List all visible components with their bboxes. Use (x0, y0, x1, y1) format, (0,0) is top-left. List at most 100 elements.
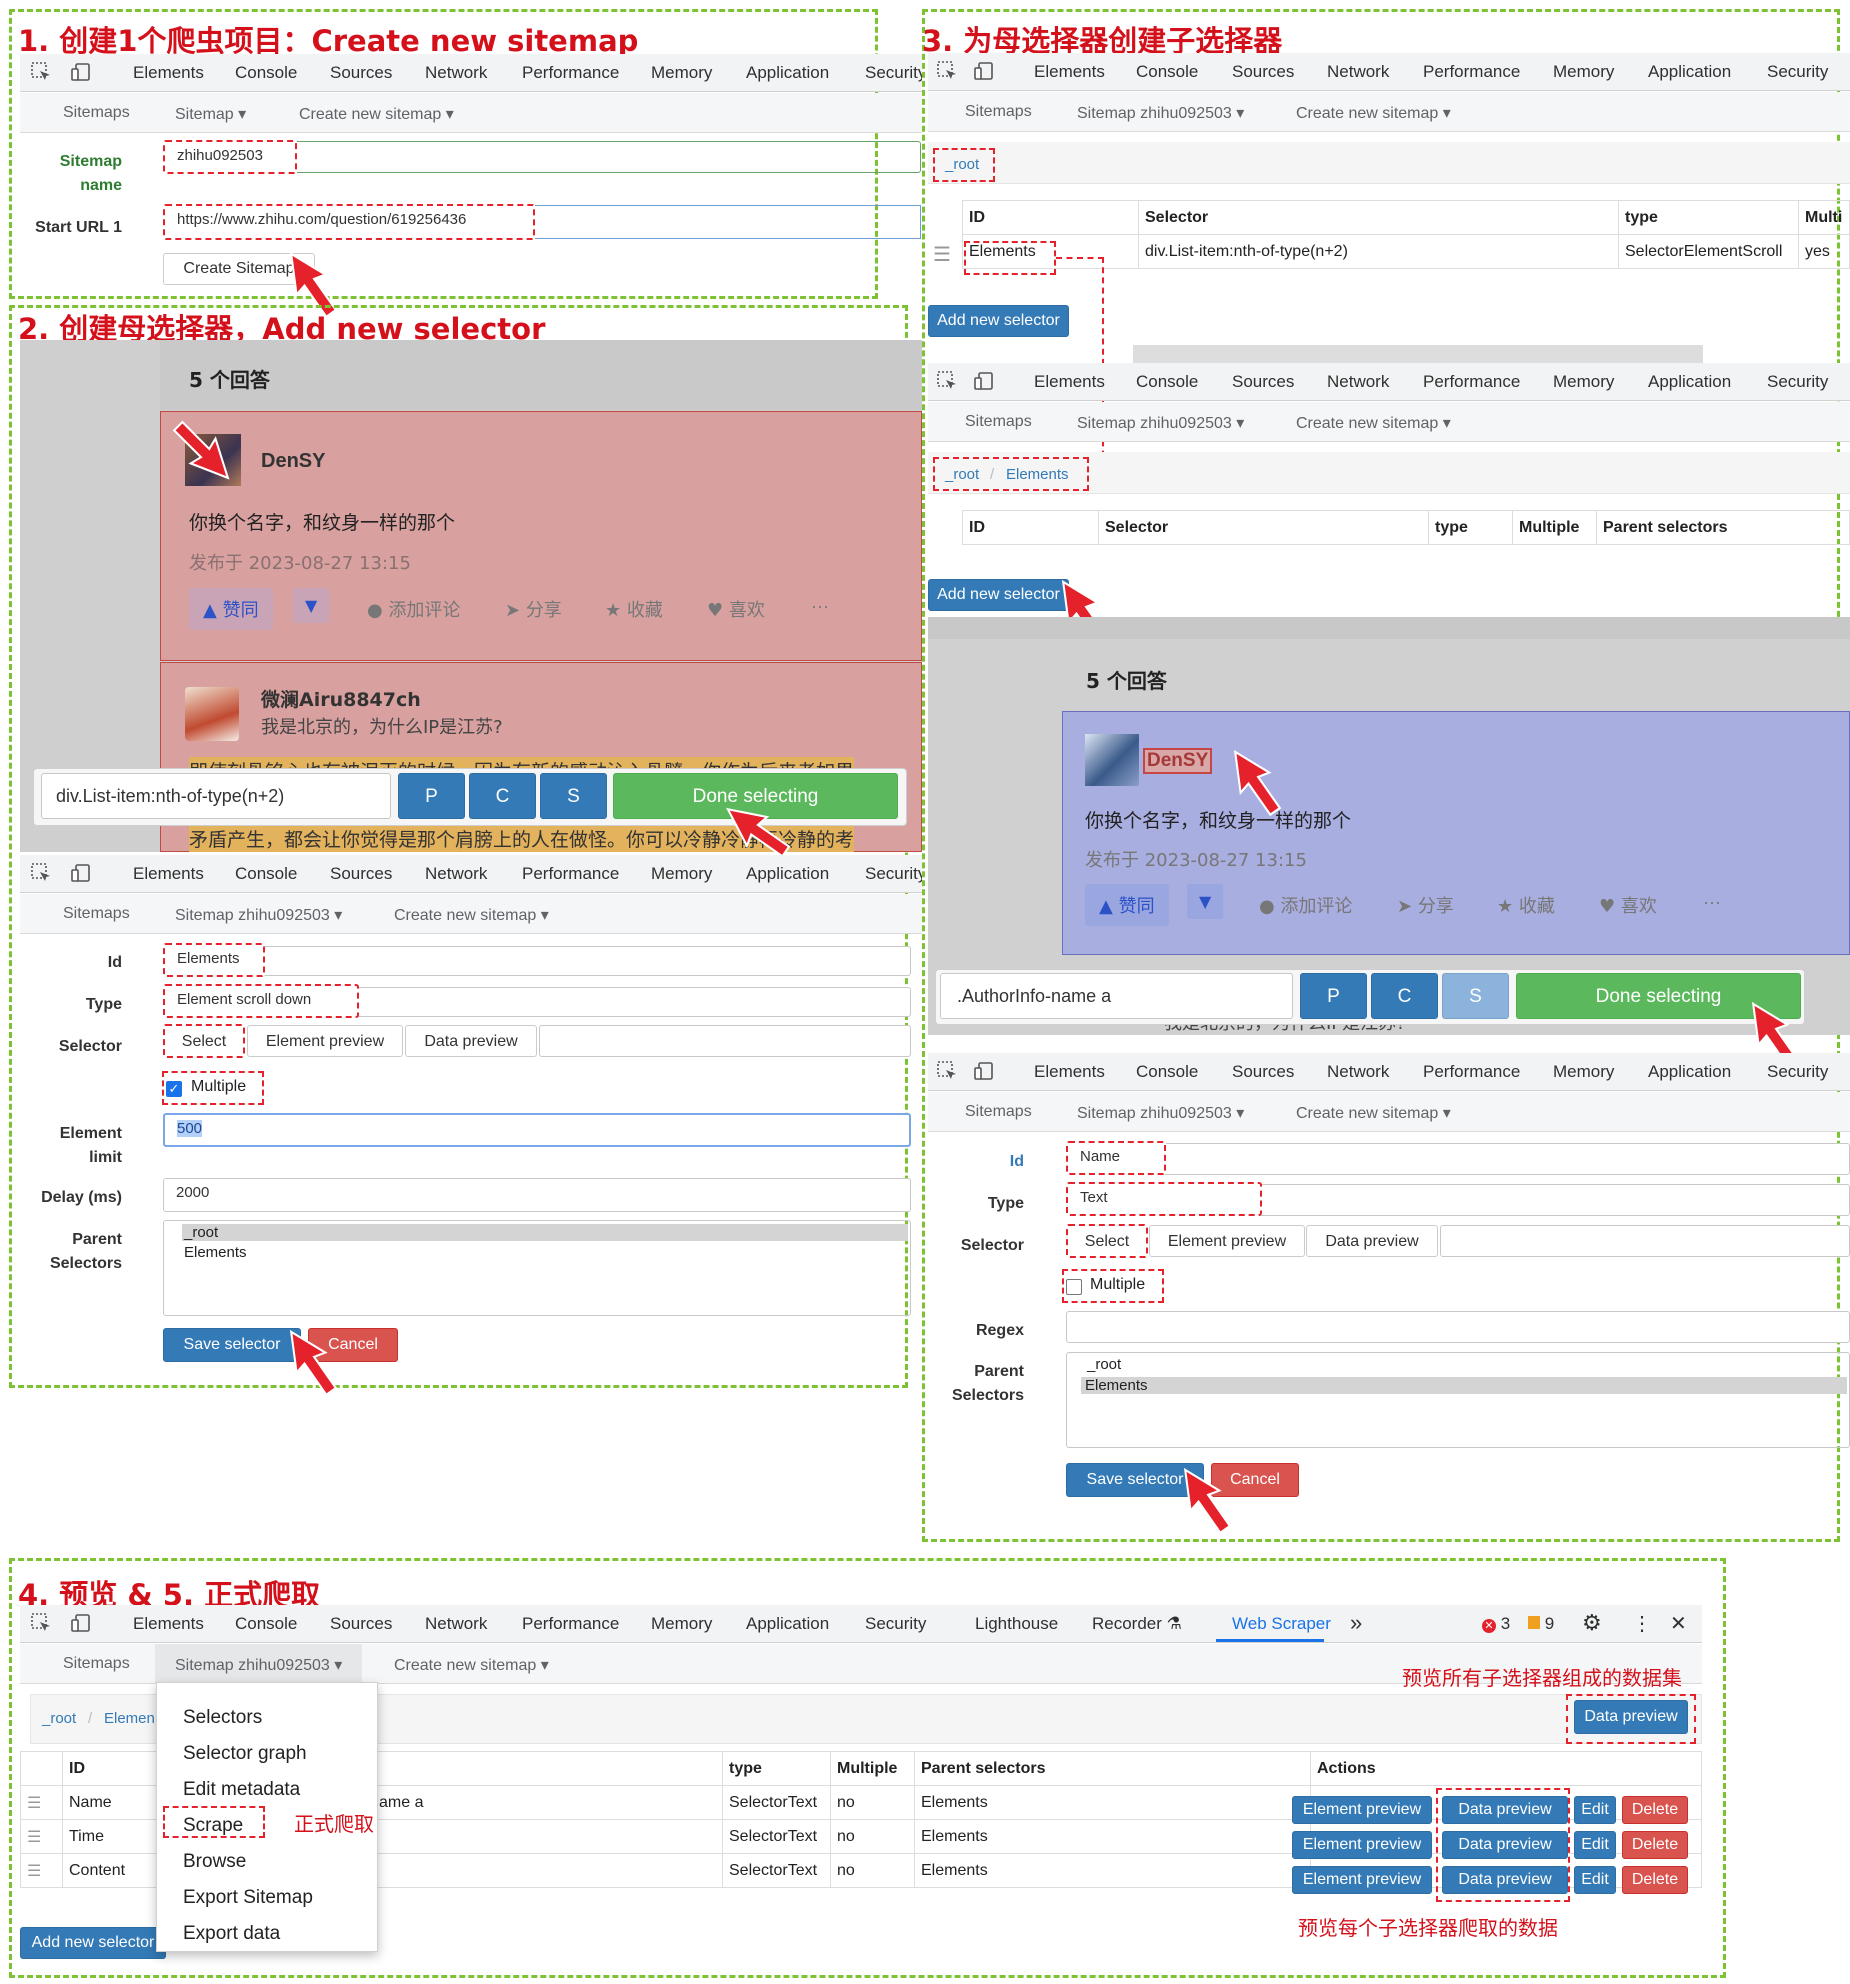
tab-memory[interactable]: Memory (651, 1614, 712, 1634)
element-preview-button[interactable]: Element preview (1292, 1796, 1432, 1824)
delay-input[interactable]: 2000 (163, 1178, 911, 1212)
parent-selectors-list[interactable]: _root Elements (163, 1220, 911, 1316)
start-url-input[interactable]: https://www.zhihu.com/question/619256436 (163, 204, 535, 240)
tab-elements[interactable]: Elements (133, 1614, 204, 1634)
tab-application[interactable]: Application (1648, 372, 1731, 392)
menu-selector-graph[interactable]: Selector graph (183, 1743, 307, 1765)
id-input[interactable]: Elements (163, 943, 265, 977)
more-action[interactable]: ··· (1703, 892, 1721, 913)
add-new-selector-button[interactable]: Add new selector (20, 1927, 166, 1959)
data-preview-button[interactable]: Data preview (405, 1025, 537, 1057)
tab-network[interactable]: Network (1327, 1062, 1389, 1082)
menu-selectors[interactable]: Selectors (183, 1707, 262, 1729)
device-toolbar-icon[interactable] (973, 370, 995, 392)
element-preview-button[interactable]: Element preview (247, 1025, 403, 1057)
inspect-icon[interactable] (936, 370, 958, 392)
upvote-button[interactable]: ▲ 赞同 (189, 588, 273, 630)
data-preview-button[interactable]: Data preview (1306, 1225, 1438, 1257)
author-name[interactable]: 微澜Airu8847ch (261, 685, 421, 712)
tab-application[interactable]: Application (1648, 62, 1731, 82)
device-toolbar-icon[interactable] (973, 60, 995, 82)
tab-security[interactable]: Security (1767, 1062, 1828, 1082)
inspect-icon[interactable] (936, 1060, 958, 1082)
author-name[interactable]: DenSY (261, 450, 325, 473)
tab-performance[interactable]: Performance (522, 864, 619, 884)
breadcrumb-elements[interactable]: Elemen (104, 1710, 155, 1727)
kebab-menu-icon[interactable]: ⋮ (1632, 1611, 1652, 1636)
regex-input[interactable] (1066, 1311, 1850, 1343)
element-preview-button[interactable]: Element preview (1292, 1831, 1432, 1859)
parent-option-elements[interactable]: Elements (1081, 1377, 1847, 1394)
nav-sitemaps[interactable]: Sitemaps (63, 104, 130, 122)
breadcrumb-root[interactable]: _root (945, 466, 979, 483)
select-button[interactable]: Select (1066, 1224, 1148, 1258)
select-multiple-button[interactable]: S (1442, 973, 1509, 1019)
tab-elements[interactable]: Elements (133, 63, 204, 83)
edit-button[interactable]: Edit (1574, 1796, 1616, 1824)
more-action[interactable]: ··· (811, 596, 829, 617)
selector-value-input[interactable]: .AuthorInfo-name a (940, 973, 1293, 1019)
tab-performance[interactable]: Performance (522, 1614, 619, 1634)
add-new-selector-button[interactable]: Add new selector (928, 579, 1069, 611)
nav-create-sitemap[interactable]: Create new sitemap ▾ (1296, 103, 1451, 123)
add-new-selector-button[interactable]: Add new selector (928, 305, 1069, 337)
id-input[interactable]: Name (1066, 1141, 1166, 1175)
upvote-button[interactable]: ▲ 赞同 (1085, 884, 1169, 926)
device-toolbar-icon[interactable] (70, 862, 92, 884)
parent-button[interactable]: P (1300, 973, 1367, 1019)
type-select[interactable]: Text (1066, 1182, 1262, 1216)
drag-handle-icon[interactable]: ☰ (933, 242, 951, 267)
tab-performance[interactable]: Performance (522, 63, 619, 83)
comment-action[interactable]: ● 添加评论 (1259, 892, 1352, 918)
data-preview-all-button[interactable]: Data preview (1574, 1700, 1688, 1734)
tab-network[interactable]: Network (425, 1614, 487, 1634)
parent-option-elements[interactable]: Elements (184, 1244, 247, 1261)
tab-network[interactable]: Network (1327, 62, 1389, 82)
nav-create-sitemap[interactable]: Create new sitemap ▾ (394, 1655, 549, 1675)
menu-browse[interactable]: Browse (183, 1851, 246, 1873)
delete-button[interactable]: Delete (1622, 1796, 1688, 1824)
drag-handle-icon[interactable]: ☰ (20, 1819, 63, 1854)
clicktype-button[interactable]: C (469, 773, 536, 819)
tab-security[interactable]: Security (1767, 372, 1828, 392)
tab-network[interactable]: Network (425, 864, 487, 884)
menu-export-data[interactable]: Export data (183, 1923, 280, 1945)
tab-console[interactable]: Console (1136, 1062, 1198, 1082)
device-toolbar-icon[interactable] (973, 1060, 995, 1082)
parent-option-root[interactable]: _root (1087, 1356, 1121, 1373)
tab-sources[interactable]: Sources (330, 864, 392, 884)
clicktype-button[interactable]: C (1371, 973, 1438, 1019)
nav-sitemaps[interactable]: Sitemaps (965, 413, 1032, 431)
nav-create-sitemap[interactable]: Create new sitemap ▾ (1296, 413, 1451, 433)
selector-value-input[interactable]: div.List-item:nth-of-type(n+2) (41, 773, 391, 819)
select-button[interactable]: Select (163, 1024, 245, 1058)
tab-sources[interactable]: Sources (1232, 372, 1294, 392)
tab-performance[interactable]: Performance (1423, 372, 1520, 392)
tab-console[interactable]: Console (1136, 62, 1198, 82)
parent-selectors-list[interactable]: _root Elements (1066, 1352, 1850, 1448)
tab-elements[interactable]: Elements (133, 864, 204, 884)
nav-sitemap[interactable]: Sitemap zhihu092503 ▾ (1077, 1103, 1244, 1123)
close-icon[interactable]: ✕ (1670, 1611, 1687, 1636)
tab-network[interactable]: Network (425, 63, 487, 83)
tab-web-scraper[interactable]: Web Scraper (1232, 1614, 1331, 1634)
menu-edit-metadata[interactable]: Edit metadata (183, 1779, 300, 1801)
save-selector-button[interactable]: Save selector (163, 1328, 301, 1362)
tab-security[interactable]: Security (865, 864, 922, 884)
tab-recorder[interactable]: Recorder ⚗ (1092, 1614, 1182, 1634)
tab-console[interactable]: Console (1136, 372, 1198, 392)
nav-sitemaps[interactable]: Sitemaps (63, 905, 130, 923)
tab-elements[interactable]: Elements (1034, 62, 1105, 82)
drag-handle-icon[interactable]: ☰ (20, 1853, 63, 1888)
sitemap-name-input[interactable]: zhihu092503 (163, 140, 297, 174)
like-action[interactable]: ♥ 喜欢 (707, 596, 765, 622)
collect-action[interactable]: ★ 收藏 (1497, 892, 1555, 918)
tab-sources[interactable]: Sources (1232, 62, 1294, 82)
warning-count[interactable]: 9 (1528, 1614, 1554, 1634)
tab-security[interactable]: Security (865, 1614, 926, 1634)
edit-button[interactable]: Edit (1574, 1831, 1616, 1859)
multiple-checkbox[interactable]: ✓ (166, 1081, 182, 1097)
inspect-icon[interactable] (30, 1612, 52, 1634)
like-action[interactable]: ♥ 喜欢 (1599, 892, 1657, 918)
error-count[interactable]: ✕ 3 (1482, 1614, 1510, 1634)
